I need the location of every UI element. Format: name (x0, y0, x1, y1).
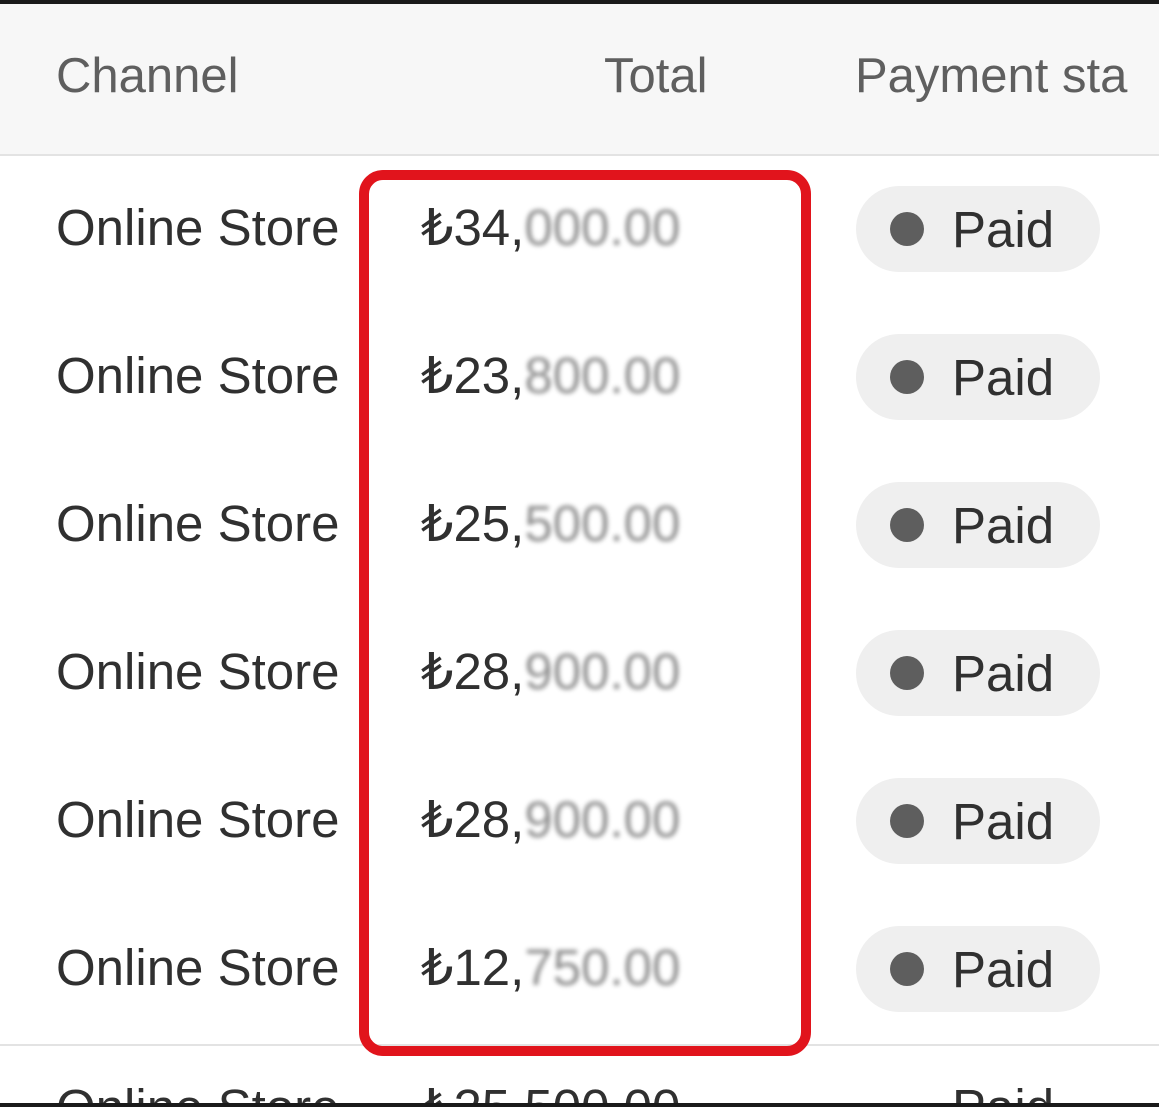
table-row[interactable]: Online Store ₺12,750.00 Paid (0, 896, 1159, 1046)
payment-status-badge: Paid (856, 334, 1100, 420)
table-row[interactable]: Online Store ₺34,000.00 Paid (0, 156, 1159, 306)
total-visible: ₺28, (421, 791, 525, 848)
total-visible: ₺23, (421, 347, 525, 404)
total-obscured: 000.00 (524, 199, 681, 256)
payment-status-label: Paid (952, 1078, 1054, 1103)
status-dot-icon (890, 212, 924, 246)
table-row[interactable]: Online Store ₺28,900.00 Paid (0, 600, 1159, 750)
payment-status-label: Paid (952, 941, 1055, 998)
total-cell: ₺12,750.00 (421, 938, 680, 998)
table-header: Channel Total Payment sta (0, 4, 1159, 156)
channel-cell: Online Store (56, 791, 340, 848)
channel-cell: Online Store (56, 1078, 340, 1103)
total-cell: ₺28,900.00 (421, 642, 680, 702)
status-dot-icon (890, 656, 924, 690)
total-obscured: 500.00 (524, 495, 681, 552)
total-obscured: 900.00 (524, 643, 681, 700)
channel-cell: Online Store (56, 939, 340, 996)
table-row-partial[interactable]: Online Store ₺25,500.00 Paid (0, 1050, 1159, 1103)
channel-cell: Online Store (56, 199, 340, 256)
table-row[interactable]: Online Store ₺23,800.00 Paid (0, 304, 1159, 454)
status-dot-icon (890, 804, 924, 838)
channel-cell: Online Store (56, 347, 340, 404)
total-cell: ₺23,800.00 (421, 346, 680, 406)
payment-status-badge: Paid (856, 926, 1100, 1012)
screen-edge (0, 1103, 1159, 1107)
payment-status-label: Paid (952, 497, 1055, 554)
total-obscured: 750.00 (524, 939, 681, 996)
channel-cell: Online Store (56, 643, 340, 700)
channel-cell: Online Store (56, 495, 340, 552)
total-visible: ₺28, (421, 643, 525, 700)
orders-table: Channel Total Payment sta Online Store ₺… (0, 4, 1159, 1103)
status-dot-icon (890, 952, 924, 986)
payment-status-badge: Paid (856, 482, 1100, 568)
column-header-payment-status[interactable]: Payment sta (855, 48, 1127, 104)
payment-status-label: Paid (952, 349, 1055, 406)
total-visible: ₺34, (421, 199, 525, 256)
payment-status-badge: Paid (856, 630, 1100, 716)
status-dot-icon (890, 508, 924, 542)
table-row[interactable]: Online Store ₺25,500.00 Paid (0, 452, 1159, 602)
payment-status-label: Paid (952, 201, 1055, 258)
total-cell: ₺28,900.00 (421, 790, 680, 850)
total-obscured: 800.00 (524, 347, 681, 404)
status-dot-icon (890, 360, 924, 394)
total-cell: ₺25,500.00 (421, 1078, 680, 1103)
total-cell: ₺34,000.00 (421, 198, 680, 258)
total-visible: ₺12, (421, 939, 525, 996)
total-visible: ₺25, (421, 495, 525, 552)
payment-status-label: Paid (952, 793, 1055, 850)
total-cell: ₺25,500.00 (421, 494, 680, 554)
total-obscured: 900.00 (524, 791, 681, 848)
column-header-total[interactable]: Total (604, 48, 708, 104)
payment-status-badge: Paid (856, 778, 1100, 864)
column-header-channel[interactable]: Channel (56, 48, 239, 104)
payment-status-label: Paid (952, 645, 1055, 702)
payment-status-badge: Paid (856, 186, 1100, 272)
table-row[interactable]: Online Store ₺28,900.00 Paid (0, 748, 1159, 898)
